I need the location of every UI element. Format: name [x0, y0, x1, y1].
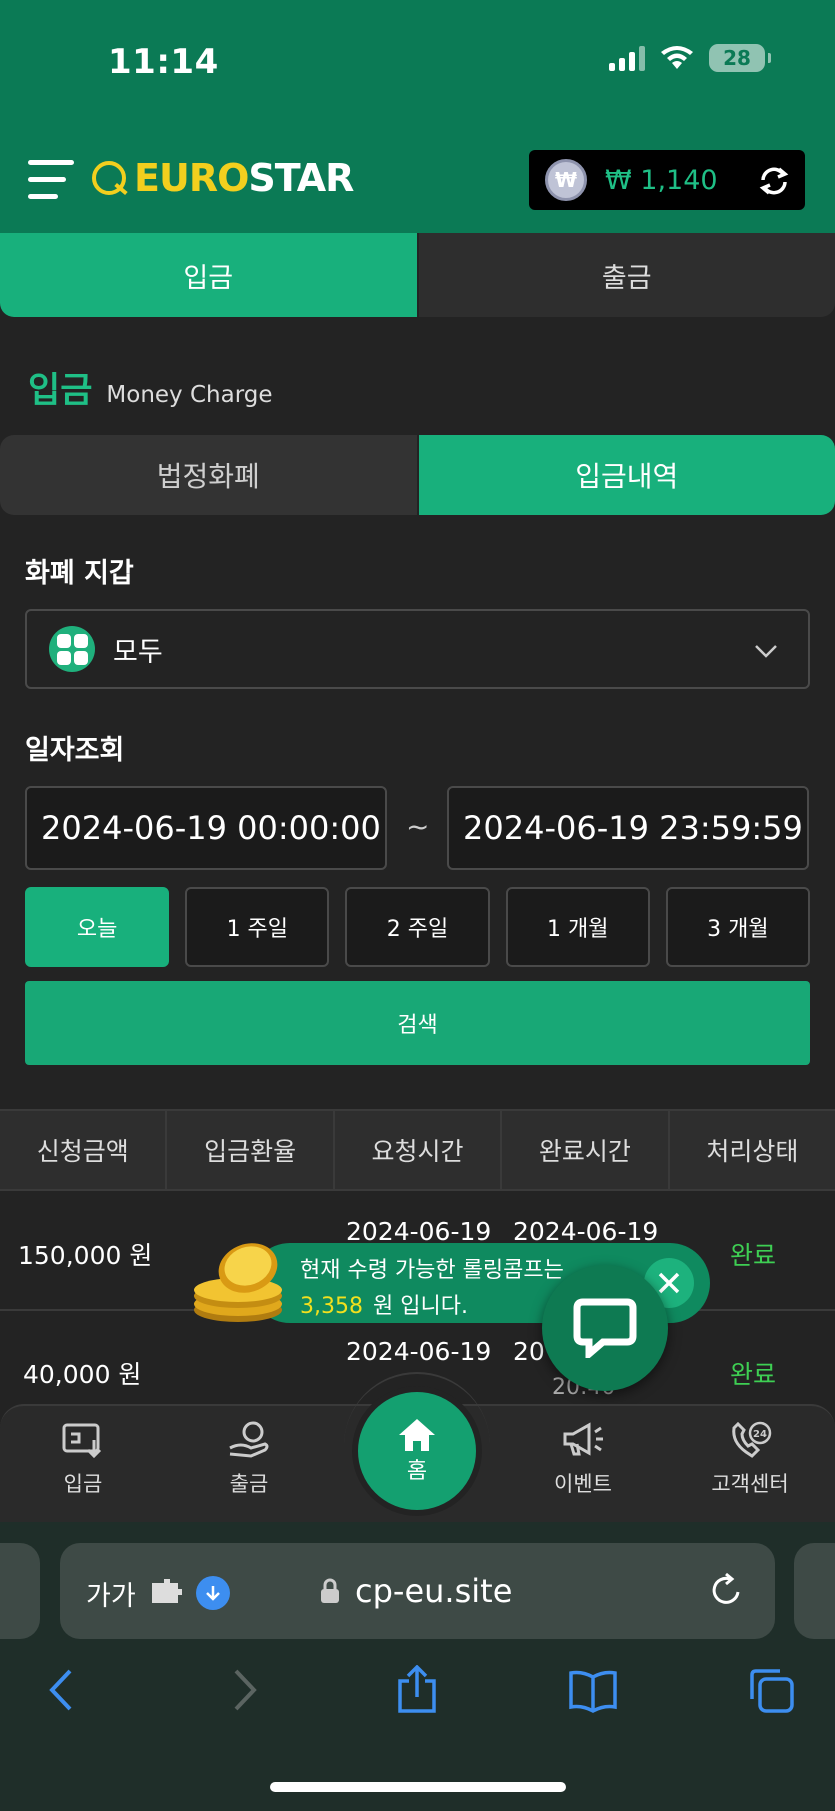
date-separator: ~ [406, 810, 430, 843]
banner-suffix: 원 입니다. [372, 1294, 468, 1319]
nav-withdraw-label: 출금 [229, 1472, 269, 1496]
range-buttons: 오늘 1 주일 2 주일 1 개월 3 개월 [25, 887, 811, 967]
nav-deposit[interactable]: 입금 [28, 1420, 138, 1498]
status-icons: 28 [609, 44, 771, 72]
row-complete-time: 2024-06-19 [513, 1217, 659, 1246]
date-query-label: 일자조회 [25, 735, 125, 766]
home-icon [399, 1419, 435, 1451]
table-header: 신청금액 입금환율 요청시간 완료시간 처리상태 [0, 1109, 835, 1191]
nav-support-label: 고객센터 [711, 1472, 789, 1496]
wifi-icon [661, 46, 693, 69]
live-chat-button[interactable] [542, 1265, 668, 1391]
nav-home[interactable]: 홈 [352, 1386, 482, 1516]
banner-amount-line: 3,358 원 입니다. [300, 1288, 468, 1320]
menu-icon[interactable] [28, 158, 74, 202]
nav-withdraw[interactable]: 출금 [194, 1420, 304, 1498]
date-from-input[interactable]: 2024-06-19 00:00:00 [25, 786, 387, 870]
support-24-icon: 24 [732, 1421, 772, 1458]
row-amount: 40,000 원 [23, 1360, 142, 1389]
nav-home-label: 홈 [406, 1459, 428, 1484]
row-request-time: 2024-06-19 [346, 1217, 492, 1246]
refresh-icon[interactable] [757, 164, 791, 198]
extension-icon[interactable] [150, 1577, 184, 1605]
tab-fiat[interactable]: 법정화폐 [0, 435, 417, 515]
row-request-time: 2024-06-19 [346, 1337, 492, 1366]
tabs-icon[interactable] [746, 1665, 796, 1715]
withdraw-icon [229, 1421, 269, 1458]
range-2week-button[interactable]: 2 주일 [345, 887, 490, 967]
reload-icon[interactable] [708, 1572, 744, 1608]
col-request-time: 요청시간 [335, 1111, 503, 1189]
next-tab-preview[interactable] [794, 1543, 835, 1639]
section-title-en: Money Charge [106, 382, 273, 408]
svg-text:24: 24 [753, 1429, 767, 1440]
battery-icon: 28 [709, 44, 771, 72]
megaphone-icon [563, 1422, 603, 1456]
col-status: 처리상태 [706, 1137, 799, 1166]
banner-amount: 3,358 [300, 1294, 363, 1319]
section-title-ko: 입금 [28, 371, 93, 411]
col-amount: 신청금액 [0, 1111, 168, 1189]
wallet-label: 화폐 지갑 [25, 558, 134, 589]
status-time: 11:14 [108, 42, 219, 82]
banner-text: 현재 수령 가능한 롤링콤프는 [300, 1258, 564, 1283]
col-complete-time: 완료시간 [502, 1111, 670, 1189]
nav-deposit-label: 입금 [63, 1472, 103, 1496]
range-3month-button[interactable]: 3 개월 [665, 887, 811, 967]
wallet-selected-value: 모두 [113, 636, 163, 668]
row-status: 완료 [730, 1241, 777, 1270]
chat-bubble-icon [573, 1298, 637, 1358]
text-size-button[interactable]: 가가 [86, 1574, 136, 1613]
back-icon[interactable] [38, 1665, 88, 1715]
range-1month-button[interactable]: 1 개월 [505, 887, 650, 967]
app-header: 11:14 28 EURO STAR ₩ ₩ 1,140 [0, 0, 835, 233]
tab-deposit-history[interactable]: 입금내역 [418, 435, 835, 515]
nav-event[interactable]: 이벤트 [528, 1420, 638, 1498]
tab-withdraw[interactable]: 출금 [418, 233, 835, 317]
deposit-icon [62, 1423, 102, 1459]
nav-event-label: 이벤트 [554, 1472, 612, 1496]
logo[interactable]: EURO STAR [92, 156, 354, 200]
grid-icon [49, 626, 95, 672]
close-icon [658, 1272, 680, 1294]
download-icon[interactable] [196, 1576, 230, 1610]
nav-support[interactable]: 24 고객센터 [695, 1420, 805, 1498]
col-rate: 입금환율 [167, 1111, 335, 1189]
home-indicator [270, 1782, 566, 1792]
signal-icon [609, 45, 645, 71]
logo-mark-icon [92, 161, 126, 195]
range-1week-button[interactable]: 1 주일 [185, 887, 330, 967]
forward-icon[interactable] [218, 1665, 268, 1715]
gold-coins-icon [194, 1243, 282, 1322]
balance-amount: ₩ 1,140 [605, 164, 718, 196]
lock-icon [321, 1578, 339, 1603]
logo-euro: EURO [134, 156, 249, 200]
chevron-down-icon [755, 645, 777, 658]
sub-tabs: 법정화폐 입금내역 [0, 435, 835, 515]
prev-tab-preview[interactable] [0, 1543, 40, 1639]
row-status: 완료 [730, 1360, 777, 1389]
row-amount: 150,000 원 [18, 1241, 153, 1270]
tab-deposit[interactable]: 입금 [0, 233, 417, 317]
row-complete-time: 20 [513, 1337, 545, 1366]
bookmarks-icon[interactable] [568, 1665, 618, 1715]
share-icon[interactable] [392, 1665, 442, 1715]
date-to-input[interactable]: 2024-06-19 23:59:59 [447, 786, 809, 870]
section-title: 입금 Money Charge [28, 362, 273, 413]
range-today-button[interactable]: 오늘 [25, 887, 170, 967]
logo-star: STAR [248, 156, 354, 200]
url-text: cp-eu.site [355, 1572, 513, 1610]
balance-box: ₩ ₩ 1,140 [529, 150, 805, 210]
won-coin-icon: ₩ [545, 159, 587, 201]
search-button[interactable]: 검색 [25, 981, 810, 1065]
main-tabs: 입금 출금 [0, 233, 835, 317]
wallet-select[interactable]: 모두 [25, 609, 810, 689]
